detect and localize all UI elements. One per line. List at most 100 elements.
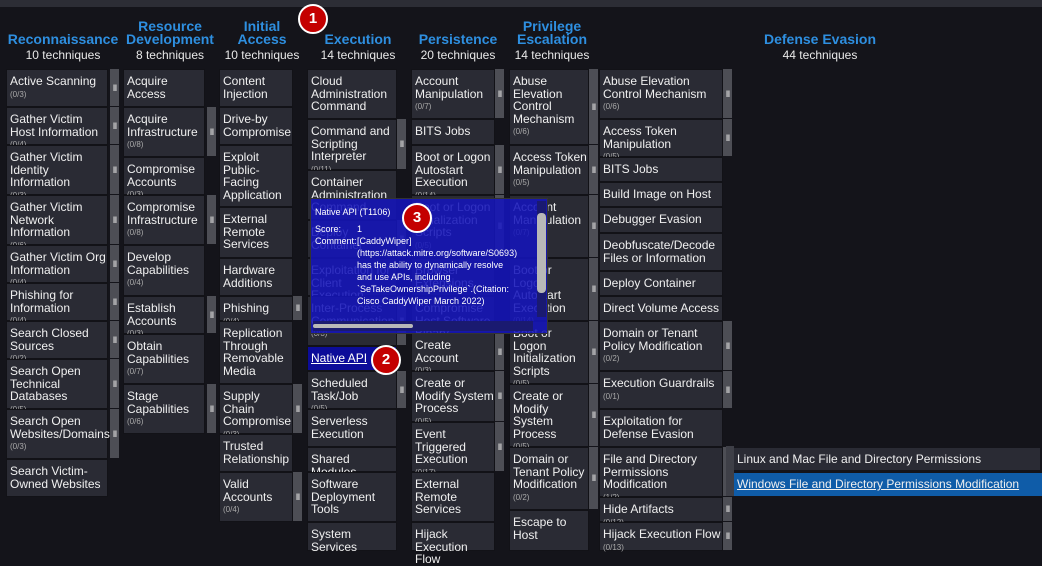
technique-cell[interactable]: Scheduled Task/Job(0/5) bbox=[307, 371, 397, 413]
technique-cell[interactable]: Gather Victim Org Information(0/4) bbox=[6, 245, 108, 287]
tactic-header-defense-evasion[interactable]: Defense Evasion 44 techniques bbox=[600, 32, 1040, 62]
expand-subtechniques-handle[interactable]: ǁ bbox=[293, 384, 302, 433]
technique-cell[interactable]: Account Manipulation(0/7) bbox=[411, 69, 495, 119]
expand-subtechniques-handle[interactable]: ǁ bbox=[110, 321, 119, 358]
expand-subtechniques-handle[interactable]: ǁ bbox=[723, 321, 732, 370]
expand-subtechniques-handle[interactable]: ǁ bbox=[207, 195, 216, 244]
expand-subtechniques-handle[interactable]: ǁ bbox=[723, 371, 732, 408]
technique-cell[interactable]: Build Image on Host bbox=[599, 182, 723, 207]
technique-cell[interactable]: Trusted Relationship bbox=[219, 434, 293, 472]
subtechnique-windows-permissions[interactable]: Windows File and Directory Permissions M… bbox=[734, 473, 1042, 496]
technique-cell[interactable]: Boot or Logon Autostart Execution(0/14) bbox=[411, 145, 495, 200]
technique-cell[interactable]: Abuse Elevation Control Mechanism (0/6) bbox=[599, 69, 723, 119]
technique-cell[interactable]: Phishing for Information(0/4) bbox=[6, 283, 108, 325]
technique-cell[interactable]: Hijack Execution Flow bbox=[411, 522, 495, 565]
expand-subtechniques-handle[interactable]: ǁ bbox=[207, 107, 216, 156]
expand-subtechniques-handle[interactable]: ǁ bbox=[207, 296, 216, 333]
expand-subtechniques-handle[interactable]: ǁ bbox=[293, 472, 302, 521]
expand-subtechniques-handle[interactable]: ǁ bbox=[723, 522, 732, 550]
expand-subtechniques-handle[interactable]: ǁ bbox=[723, 69, 732, 118]
technique-cell[interactable]: Search Victim-Owned Websites bbox=[6, 459, 108, 497]
technique-cell[interactable]: Hijack Execution Flow (0/13) bbox=[599, 522, 723, 552]
expand-subtechniques-handle[interactable]: ǁ bbox=[589, 195, 598, 257]
technique-cell[interactable]: System Services bbox=[307, 522, 397, 553]
technique-cell[interactable]: Access Token Manipulation(0/5) bbox=[599, 119, 723, 161]
expand-subtechniques-handle[interactable]: ǁ bbox=[207, 384, 216, 433]
technique-cell[interactable]: Develop Capabilities (0/4) bbox=[123, 245, 205, 296]
expand-subtechniques-handle[interactable]: ǁ bbox=[589, 447, 598, 509]
technique-cell[interactable]: Active Scanning (0/3) bbox=[6, 69, 108, 107]
expand-subtechniques-handle[interactable]: ǁ bbox=[110, 195, 119, 244]
technique-cell[interactable]: Phishing(0/4) bbox=[219, 296, 293, 326]
technique-cell[interactable]: Debugger Evasion bbox=[599, 207, 723, 233]
expand-subtechniques-handle[interactable]: ǁ bbox=[589, 258, 598, 320]
expand-subtechniques-handle[interactable]: ǁ bbox=[397, 371, 406, 408]
technique-cell[interactable]: Stage Capabilities (0/6) bbox=[123, 384, 205, 434]
technique-cell[interactable]: External Remote Services bbox=[411, 472, 495, 522]
tactic-header-resource-development[interactable]: Resource Development 8 techniques bbox=[122, 19, 218, 62]
technique-cell[interactable]: Create or Modify System Process(0/5) bbox=[509, 384, 589, 451]
technique-cell[interactable]: Supply Chain Compromise(0/3) bbox=[219, 384, 293, 439]
technique-cell[interactable]: Search Open Technical Databases(0/5) bbox=[6, 359, 108, 414]
technique-cell[interactable]: Command and Scripting Interpreter(0/11) bbox=[307, 119, 397, 174]
technique-cell[interactable]: Content Injection bbox=[219, 69, 293, 107]
technique-cell[interactable]: Escape to Host bbox=[509, 510, 589, 551]
expand-subtechniques-handle[interactable]: ǁ bbox=[495, 422, 504, 471]
technique-cell[interactable]: Create or Modify System Process(0/5) bbox=[411, 371, 495, 426]
technique-cell[interactable]: Hardware Additions bbox=[219, 258, 293, 296]
expand-subtechniques-handle[interactable]: ǁ bbox=[397, 119, 406, 169]
technique-cell[interactable]: Deploy Container bbox=[599, 271, 723, 296]
tactic-header-initial-access[interactable]: Initial Access 10 techniques bbox=[218, 19, 306, 62]
technique-cell[interactable]: Serverless Execution bbox=[307, 409, 397, 447]
expand-subtechniques-handle[interactable]: ǁ bbox=[589, 384, 598, 446]
expand-subtechniques-handle[interactable]: ǁ bbox=[723, 119, 732, 156]
technique-cell[interactable]: Abuse Elevation Control Mechanism (0/6) bbox=[509, 69, 589, 145]
technique-cell[interactable]: Drive-by Compromise bbox=[219, 107, 293, 145]
expand-subtechniques-handle[interactable]: ǁ bbox=[495, 333, 504, 370]
technique-cell[interactable]: Establish Accounts(0/3) bbox=[123, 296, 205, 338]
expand-subtechniques-handle[interactable]: ǁ bbox=[723, 497, 732, 521]
technique-cell[interactable]: Execution Guardrails (0/1) bbox=[599, 371, 723, 409]
expand-subtechniques-handle[interactable]: ǁ bbox=[589, 145, 598, 194]
technique-cell[interactable]: Search Open Websites/Domains (0/3) bbox=[6, 409, 110, 459]
technique-cell[interactable]: Gather Victim Network Information(0/6) bbox=[6, 195, 108, 250]
technique-cell[interactable]: Compromise Accounts(0/3) bbox=[123, 157, 205, 199]
technique-cell[interactable]: Domain or Tenant Policy Modification (0/2… bbox=[509, 447, 589, 510]
technique-cell[interactable]: Exploitation for Defense Evasion bbox=[599, 409, 723, 447]
scrollbar-thumb[interactable] bbox=[537, 213, 546, 293]
expand-subtechniques-handle[interactable]: ǁ bbox=[495, 371, 504, 421]
technique-cell[interactable]: Direct Volume Access bbox=[599, 296, 723, 321]
scrollbar-thumb[interactable] bbox=[313, 324, 413, 328]
technique-cell[interactable]: External Remote Services bbox=[219, 207, 293, 258]
technique-cell[interactable]: Valid Accounts (0/4) bbox=[219, 472, 293, 522]
technique-cell[interactable]: Gather Victim Host Information(0/4) bbox=[6, 107, 108, 149]
expand-subtechniques-handle[interactable]: ǁ bbox=[110, 359, 119, 408]
expand-subtechniques-handle[interactable]: ǁ bbox=[110, 145, 119, 194]
technique-cell[interactable]: Gather Victim Identity Information(0/3) bbox=[6, 145, 108, 200]
tactic-header-persistence[interactable]: Persistence 20 techniques bbox=[410, 32, 506, 62]
subtechnique-linux-mac-permissions[interactable]: Linux and Mac File and Directory Permiss… bbox=[734, 448, 1040, 488]
technique-cell[interactable]: BITS Jobs bbox=[411, 119, 495, 145]
expand-subtechniques-handle[interactable]: ǁ bbox=[589, 69, 598, 144]
technique-cell[interactable]: Deobfuscate/Decode Files or Information bbox=[599, 233, 723, 271]
technique-cell[interactable]: Exploit Public-Facing Application bbox=[219, 145, 293, 207]
technique-cell[interactable]: Hide Artifacts(0/12) bbox=[599, 497, 723, 527]
technique-cell[interactable]: Access Token Manipulation(0/5) bbox=[509, 145, 589, 195]
expand-subtechniques-handle[interactable]: ǁ bbox=[110, 107, 119, 144]
technique-cell[interactable]: Create Account(0/3) bbox=[411, 333, 495, 375]
technique-cell[interactable]: File and Directory Permissions Modificat… bbox=[599, 447, 723, 502]
technique-cell[interactable]: Compromise Infrastructure (0/8) bbox=[123, 195, 205, 245]
technique-cell[interactable]: Event Triggered Execution(0/17) bbox=[411, 422, 495, 477]
technique-cell[interactable]: Acquire Infrastructure (0/8) bbox=[123, 107, 205, 157]
tactic-header-reconnaissance[interactable]: Reconnaissance 10 techniques bbox=[4, 32, 122, 62]
tooltip-vertical-scrollbar[interactable] bbox=[537, 201, 546, 317]
expand-subtechniques-handle[interactable]: ǁ bbox=[589, 321, 598, 383]
tactic-header-privilege-escalation[interactable]: Privilege Escalation 14 techniques bbox=[508, 19, 596, 62]
technique-cell[interactable]: Software Deployment Tools bbox=[307, 472, 397, 522]
expand-subtechniques-handle[interactable]: ǁ bbox=[495, 145, 504, 194]
tactic-header-execution[interactable]: Execution 14 techniques bbox=[306, 32, 410, 62]
technique-cell[interactable]: Search Closed Sources(0/2) bbox=[6, 321, 108, 363]
expand-subtechniques-handle[interactable]: ǁ bbox=[495, 69, 504, 118]
expand-subtechniques-handle[interactable]: ǁ bbox=[110, 409, 119, 458]
expand-subtechniques-handle[interactable]: ǁ bbox=[110, 245, 119, 282]
